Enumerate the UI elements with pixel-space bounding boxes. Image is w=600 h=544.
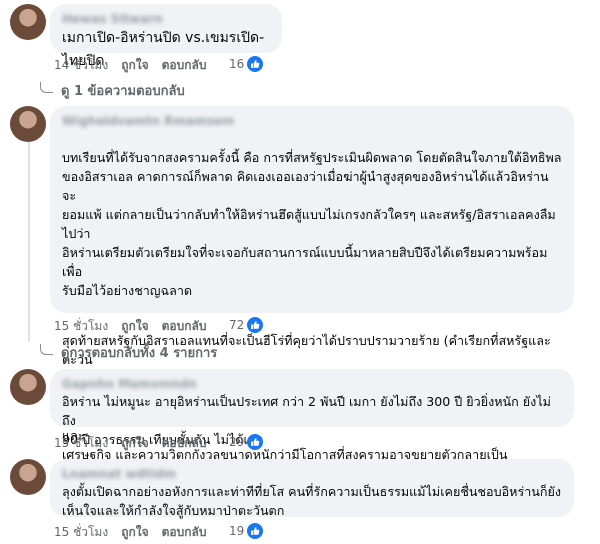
reply-button[interactable]: ตอบกลับ [162,56,207,75]
like-thumb-icon [247,523,264,539]
reaction-count[interactable]: 16 [229,56,264,72]
comment-actions: 14 ชั่วโมง ถูกใจ ตอบกลับ [54,57,219,73]
like-thumb-icon [247,317,264,333]
like-button[interactable]: ถูกใจ [121,434,148,453]
reaction-number: 72 [229,318,245,332]
comment-actions: 15 ชั่วโมง ถูกใจ ตอบกลับ [54,524,219,540]
comment-author[interactable]: Hewas Sitwarn [62,11,270,27]
reply-button[interactable]: ตอบกลับ [162,523,207,542]
timestamp[interactable]: 15 ชั่วโมง [54,434,108,453]
like-button[interactable]: ถูกใจ [121,56,148,75]
view-replies-link[interactable]: ดู 1 ข้อความตอบกลับ [40,80,185,101]
comment-bubble: Hewas Sitwarn เมกาเปิด-อิหร่านปิด vs.เขม… [50,4,282,69]
avatar[interactable] [10,4,46,40]
avatar[interactable] [10,459,46,495]
comment-author[interactable]: Lnamnat wdtidm [62,466,562,482]
view-replies-label: ดู 1 ข้อความตอบกลับ [61,84,185,99]
comment-paragraph: บทเรียนที่ได้รับจากสงครามครั้งนี้ คือ กา… [62,150,562,298]
comment-bubble: Wighaldvamtn Rmamsem บทเรียนที่ได้รับจาก… [50,106,574,500]
comment-text: ลุงตั้มเปิดฉากอย่างอหังการและท่าทีที่ยโส… [62,484,562,518]
timestamp[interactable]: 15 ชั่วโมง [54,523,108,542]
avatar[interactable] [10,106,46,142]
comment-actions: 15 ชั่วโมง ถูกใจ ตอบกลับ [54,435,219,451]
like-thumb-icon [247,434,264,450]
reply-arrow-icon [40,82,53,93]
reply-arrow-icon [40,344,53,355]
reaction-count[interactable]: 29 [229,434,264,450]
timestamp[interactable]: 14 ชั่วโมง [54,56,108,75]
reaction-number: 19 [229,524,245,538]
timestamp[interactable]: 15 ชั่วโมง [54,317,108,336]
like-button[interactable]: ถูกใจ [121,523,148,542]
reply-button[interactable]: ตอบกลับ [162,317,207,336]
comment-author[interactable]: Gapnhn Mamvmndn [62,376,562,392]
comment-author[interactable]: Wighaldvamtn Rmamsem [62,113,562,129]
thread-line [28,142,30,342]
like-button[interactable]: ถูกใจ [121,317,148,336]
like-thumb-icon [247,56,264,72]
view-replies-link[interactable]: ดูการตอบกลับทั้ง 4 รายการ [40,342,217,363]
view-replies-label: ดูการตอบกลับทั้ง 4 รายการ [61,346,218,361]
reaction-count[interactable]: 72 [229,317,264,333]
comment-actions: 15 ชั่วโมง ถูกใจ ตอบกลับ [54,318,219,334]
comment-bubble: Lnamnat wdtidm ลุงตั้มเปิดฉากอย่างอหังกา… [50,459,574,518]
reaction-count[interactable]: 19 [229,523,264,539]
reaction-number: 16 [229,57,245,71]
comment-bubble: Gapnhn Mamvmndn อิหร่าน ไม่หมูนะ อายุอิห… [50,369,574,447]
avatar[interactable] [10,369,46,405]
reply-button[interactable]: ตอบกลับ [162,434,207,453]
reaction-number: 29 [229,435,245,449]
